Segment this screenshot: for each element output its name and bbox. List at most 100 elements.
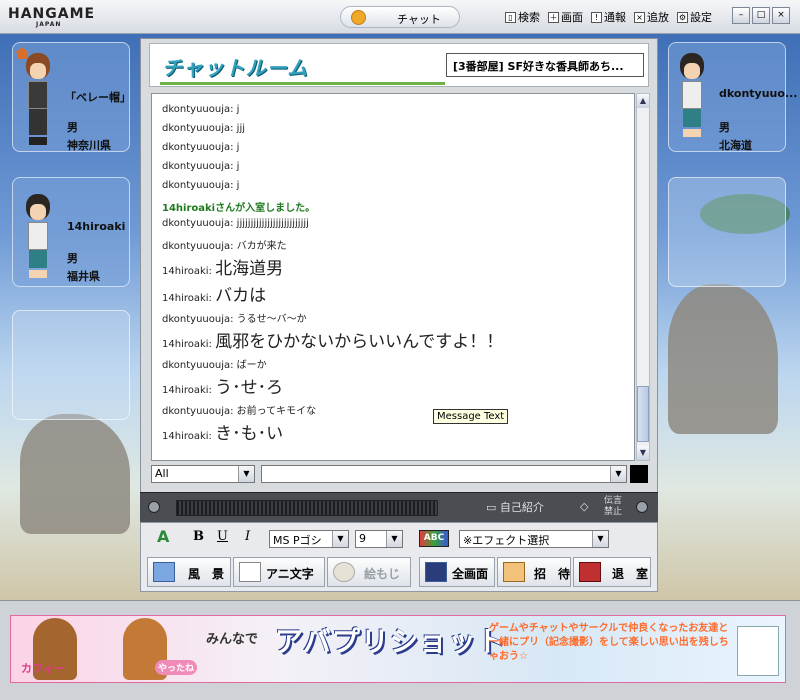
scroll-thumb[interactable]	[637, 386, 649, 442]
message-author: dkontyuuouja:	[162, 142, 234, 153]
profile-card-empty	[12, 310, 130, 420]
title-bar: HANGAME JAPAN チャット ▯ 検索 ＋画面 ! 通報 × 追放 ⚙ 設定 –…	[0, 0, 800, 34]
message-block-label-1: 伝言	[604, 496, 623, 506]
exit-label: 退 室	[612, 567, 649, 581]
font-select[interactable]: MS Pゴシ ▼	[269, 530, 349, 548]
menu-report-label: 通報	[604, 11, 626, 24]
effect-select[interactable]: ※エフェクト選択 ▼	[459, 530, 609, 548]
menu-search[interactable]: ▯ 検索	[505, 9, 540, 25]
menu-settings-label: 設定	[690, 11, 712, 24]
size-select[interactable]: 9 ▼	[355, 530, 403, 548]
message-author: 14hiroaki:	[162, 431, 212, 442]
message-text: う･せ･ろ	[215, 378, 284, 398]
chevron-down-icon[interactable]: ▼	[386, 531, 402, 547]
report-icon: !	[591, 11, 602, 23]
scenery-icon	[153, 562, 175, 582]
invite-button[interactable]: 招 待	[497, 557, 571, 587]
chevron-down-icon[interactable]: ▼	[332, 531, 348, 547]
chat-log[interactable]: dkontyuuouja: j dkontyuuouja: jjj dkontyuu…	[151, 93, 635, 461]
close-button[interactable]: ×	[772, 7, 790, 24]
profile-name: 「ベレー帽」	[65, 91, 131, 104]
message-text: j	[236, 104, 240, 115]
hangame-logo[interactable]: HANGAME	[8, 6, 95, 22]
message-text: バカが来た	[236, 241, 287, 252]
message-author: 14hiroaki:	[162, 385, 212, 396]
underline-button[interactable]: U	[217, 529, 228, 544]
profile-name: dkontyuuo...	[719, 87, 798, 100]
emoji-label: 絵もじ	[364, 567, 401, 581]
chat-panel: チャットルーム [3番部屋] SF好きな香具師あち... dkontyuuouj…	[140, 38, 658, 498]
fullscreen-button[interactable]: 全画面	[419, 557, 495, 587]
chat-message: 14hiroaki: う･せ･ろ	[162, 373, 283, 398]
room-title: [3番部屋] SF好きな香具師あち...	[446, 53, 644, 77]
message-block-label-2: 禁止	[604, 507, 623, 517]
menu-search-label: 検索	[518, 11, 540, 24]
bold-button[interactable]: B	[193, 529, 204, 544]
menu-screen-label: 画面	[561, 11, 583, 24]
settings-icon: ⚙	[677, 11, 688, 23]
chat-message: 14hiroaki: 北海道男	[162, 254, 283, 279]
chat-message: 14hiroaki: き･も･い	[162, 419, 283, 444]
chat-scrollbar[interactable]: ▲ ▼	[636, 93, 650, 461]
message-author: dkontyuuouja:	[162, 218, 234, 229]
chat-message: dkontyuuouja: j	[162, 104, 239, 115]
screen-icon: ＋	[548, 11, 559, 23]
tool-panel: A B U I MS Pゴシ ▼ 9 ▼ ABC ※エフェクト選択 ▼ 風 景 …	[140, 522, 658, 592]
profile-card-empty	[668, 177, 786, 287]
banner-body: ゲームやチャットやサークルで仲良くなったお友達と一緒にプリ（記念撮影）をして楽し…	[489, 623, 729, 662]
restore-button[interactable]: □	[752, 7, 770, 24]
chat-message: 14hiroakiさんが入室しました。	[162, 199, 315, 214]
kick-icon: ×	[634, 11, 645, 23]
message-text: 北海道男	[215, 259, 284, 279]
italic-button[interactable]: I	[245, 529, 250, 544]
profile-location: 神奈川県	[67, 139, 111, 152]
menu-settings[interactable]: ⚙ 設定	[677, 9, 712, 25]
target-select-value: All	[155, 467, 169, 480]
exit-icon	[579, 562, 601, 582]
text-color-picker[interactable]	[630, 465, 648, 483]
chevron-down-icon[interactable]: ▼	[610, 466, 626, 482]
anime-text-button[interactable]: アニ文字	[233, 557, 325, 587]
promo-banner[interactable]: カフィー やったね みんなで アバプリショット ゲームやチャットやサークルで仲良…	[10, 615, 786, 683]
top-menu: ▯ 検索 ＋画面 ! 通報 × 追放 ⚙ 設定	[505, 9, 712, 25]
scroll-down-button[interactable]: ▼	[637, 446, 649, 460]
emoji-icon	[333, 562, 355, 582]
chevron-down-icon[interactable]: ▼	[238, 466, 254, 482]
message-author: 14hiroaki:	[162, 293, 212, 304]
message-author: dkontyuuouja:	[162, 360, 234, 371]
fullscreen-label: 全画面	[452, 567, 489, 581]
chat-message: dkontyuuouja: j	[162, 142, 239, 153]
menu-report[interactable]: ! 通報	[591, 9, 626, 25]
profile-card[interactable]: dkontyuuo... 男 北海道	[668, 42, 797, 152]
menu-screen[interactable]: ＋画面	[548, 9, 583, 25]
chat-message: dkontyuuouja: j	[162, 161, 239, 172]
profile-intro-button[interactable]: ▭ 自己紹介	[486, 499, 544, 515]
avatar	[21, 194, 55, 284]
profile-card[interactable]: 「ベレー帽」 男 神奈川県	[12, 42, 131, 152]
chevron-down-icon[interactable]: ▼	[592, 531, 608, 547]
effect-select-value: ※エフェクト選択	[463, 534, 550, 547]
tab-chat[interactable]: チャット	[340, 6, 460, 28]
message-text: 風邪をひかないからいいんですよ！！	[215, 332, 504, 352]
scenery-button[interactable]: 風 景	[147, 557, 231, 587]
speaker-grill	[176, 500, 438, 516]
message-text: お前ってキモイな	[236, 406, 317, 417]
avatar	[21, 53, 55, 145]
scroll-up-button[interactable]: ▲	[637, 94, 649, 108]
header-divider	[160, 82, 445, 85]
chat-input[interactable]: ▼	[261, 465, 627, 483]
minimize-button[interactable]: –	[732, 7, 750, 24]
emoji-button[interactable]: 絵もじ	[327, 557, 411, 587]
chat-tab-icon	[351, 10, 366, 25]
abc-color-button[interactable]: ABC	[419, 530, 449, 547]
banner-lead: みんなで	[206, 632, 259, 647]
exit-button[interactable]: 退 室	[573, 557, 651, 587]
message-author: dkontyuuouja:	[162, 180, 234, 191]
window-controls: – □ ×	[732, 7, 790, 24]
menu-kick[interactable]: × 追放	[634, 9, 669, 25]
knob-left	[148, 501, 160, 513]
search-icon: ▯	[505, 11, 516, 23]
profile-card[interactable]: 14hiroaki 男 福井県	[12, 177, 130, 287]
text-style-icon[interactable]: A	[157, 527, 169, 546]
target-select[interactable]: All ▼	[151, 465, 255, 483]
